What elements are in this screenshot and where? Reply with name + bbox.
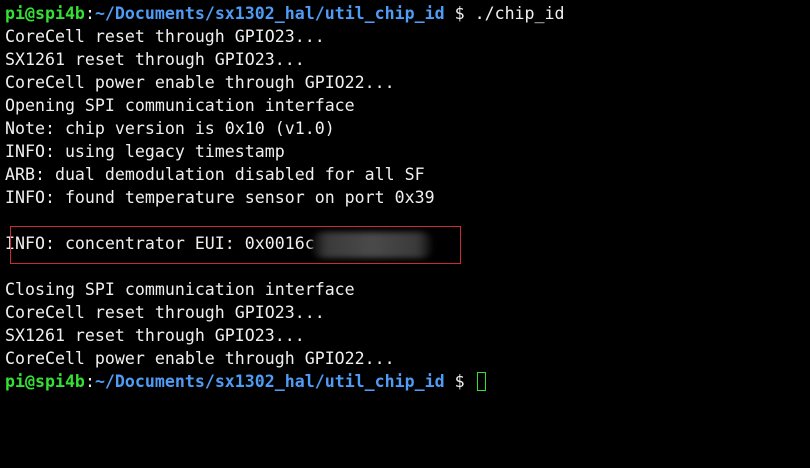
prompt-symbol: $ [444, 372, 475, 391]
prompt-command: ./chip_id [474, 4, 565, 23]
output-line: Opening SPI communication interface [5, 96, 355, 115]
prompt-symbol: $ [444, 4, 475, 23]
output-line: CoreCell power enable through GPIO22... [5, 349, 395, 368]
output-line: SX1261 reset through GPIO23... [5, 50, 305, 69]
prompt-path: ~/Documents/sx1302_hal/util_chip_id [94, 372, 445, 391]
output-line: SX1261 reset through GPIO23... [5, 326, 305, 345]
eui-highlight-box [10, 226, 461, 264]
prompt-separator: : [84, 372, 95, 391]
output-line: CoreCell reset through GPIO23... [5, 303, 325, 322]
output-line: INFO: using legacy timestamp [5, 142, 285, 161]
terminal-output[interactable]: pi@spi4b:~/Documents/sx1302_hal/util_chi… [5, 2, 805, 393]
terminal-cursor[interactable] [476, 372, 486, 391]
output-line: ARB: dual demodulation disabled for all … [5, 165, 425, 184]
output-line: CoreCell reset through GPIO23... [5, 27, 325, 46]
prompt-separator: : [84, 4, 95, 23]
prompt-user-host: pi@spi4b [5, 4, 85, 23]
output-line: CoreCell power enable through GPIO22... [5, 73, 395, 92]
prompt-line-1: pi@spi4b:~/Documents/sx1302_hal/util_chi… [5, 2, 805, 25]
output-line: INFO: found temperature sensor on port 0… [5, 188, 435, 207]
prompt-line-2: pi@spi4b:~/Documents/sx1302_hal/util_chi… [5, 370, 805, 393]
prompt-path: ~/Documents/sx1302_hal/util_chip_id [94, 4, 445, 23]
output-line: Closing SPI communication interface [5, 280, 355, 299]
output-line: Note: chip version is 0x10 (v1.0) [5, 119, 335, 138]
prompt-user-host: pi@spi4b [5, 372, 85, 391]
